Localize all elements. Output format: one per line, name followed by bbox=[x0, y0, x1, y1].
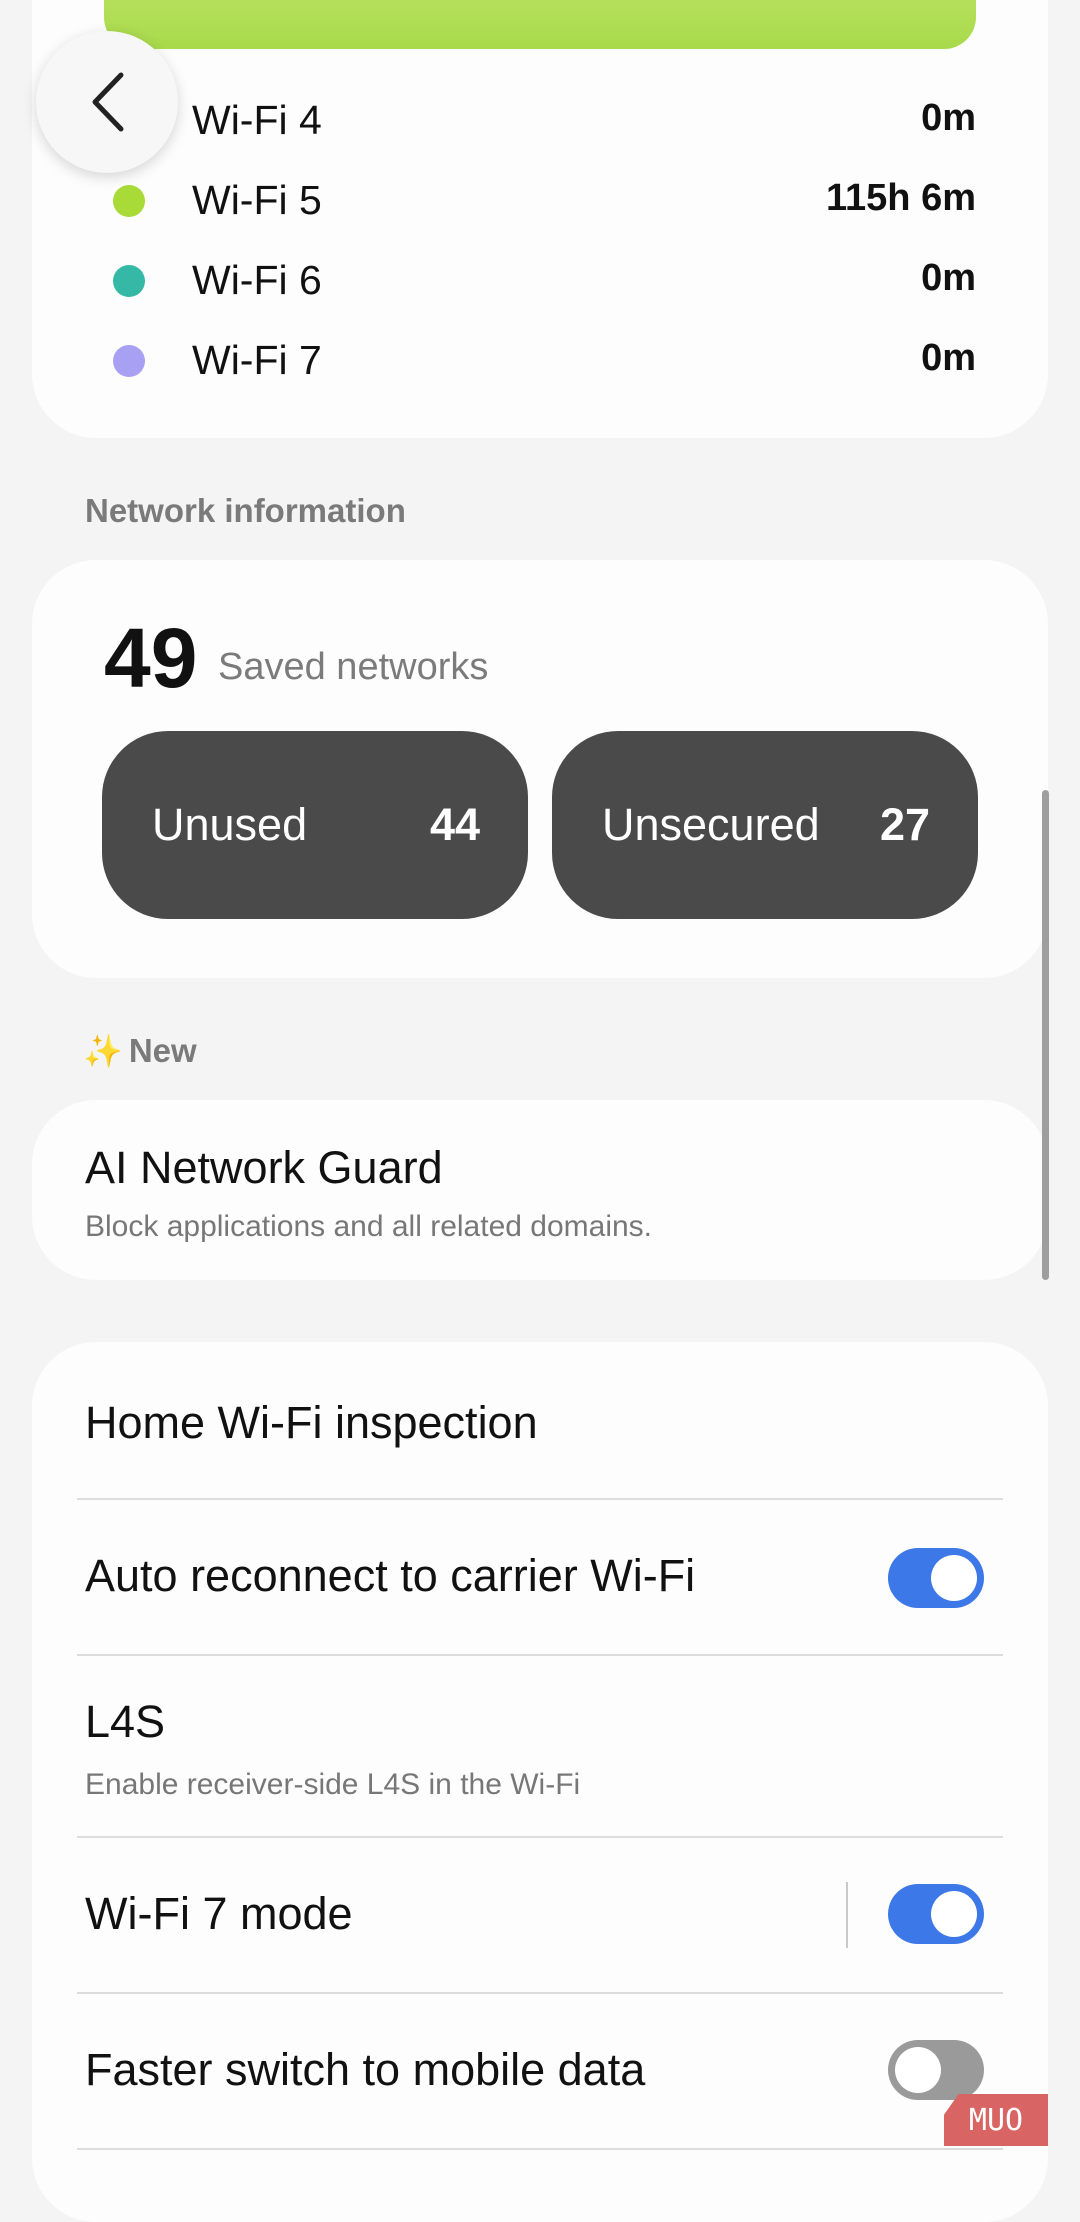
faster-switch-item[interactable]: Faster switch to mobile data bbox=[32, 1994, 1048, 2148]
wifi-usage-row: Wi-Fi 7 0m bbox=[32, 331, 1048, 391]
chevron-left-icon bbox=[92, 72, 124, 132]
wifi-usage-time: 115h 6m bbox=[826, 177, 976, 219]
usage-bar bbox=[104, 0, 976, 49]
wifi-standard-label: Wi-Fi 6 bbox=[192, 257, 322, 303]
l4s-subtitle: Enable receiver-side L4S in the Wi-Fi bbox=[85, 1768, 581, 1801]
wifi-usage-card: Wi-Fi 4 0m Wi-Fi 5 115h 6m Wi-Fi 6 0m Wi… bbox=[32, 0, 1048, 438]
wifi-standard-label: Wi-Fi 5 bbox=[192, 177, 322, 223]
home-wifi-inspection-title: Home Wi-Fi inspection bbox=[85, 1397, 538, 1448]
saved-networks-label: Saved networks bbox=[218, 646, 489, 688]
ai-network-guard-item[interactable]: AI Network Guard Block applications and … bbox=[32, 1100, 1048, 1280]
divider bbox=[77, 2148, 1003, 2150]
ai-network-guard-subtitle: Block applications and all related domai… bbox=[85, 1210, 652, 1243]
wifi-usage-time: 0m bbox=[921, 97, 976, 139]
wifi-usage-row: Wi-Fi 6 0m bbox=[32, 251, 1048, 311]
unsecured-count: 27 bbox=[879, 799, 930, 850]
wifi-usage-time: 0m bbox=[921, 257, 976, 299]
wifi-standard-label: Wi-Fi 4 bbox=[192, 97, 322, 143]
legend-dot bbox=[113, 185, 145, 217]
wifi-usage-time: 0m bbox=[921, 337, 976, 379]
sparkle-icon: ✨ bbox=[83, 1033, 123, 1069]
saved-networks-count: 49 bbox=[104, 611, 198, 705]
faster-switch-toggle[interactable] bbox=[888, 2040, 984, 2100]
toggle-knob bbox=[931, 1891, 977, 1937]
toggle-knob bbox=[895, 2047, 941, 2093]
auto-reconnect-title: Auto reconnect to carrier Wi-Fi bbox=[85, 1550, 696, 1601]
unused-label: Unused bbox=[152, 799, 308, 850]
wifi-settings-card: Home Wi-Fi inspection Auto reconnect to … bbox=[32, 1342, 1048, 2222]
home-wifi-inspection-item[interactable]: Home Wi-Fi inspection bbox=[32, 1342, 1048, 1498]
network-information-card: 49 Saved networks Unused 44 Unsecured 27 bbox=[32, 560, 1048, 978]
section-header-new: ✨ New bbox=[83, 1032, 197, 1070]
wifi-7-mode-toggle[interactable] bbox=[888, 1884, 984, 1944]
wifi-usage-row: Wi-Fi 4 0m bbox=[32, 91, 1048, 151]
vertical-separator bbox=[846, 1882, 848, 1948]
auto-reconnect-item[interactable]: Auto reconnect to carrier Wi-Fi bbox=[32, 1500, 1048, 1654]
ai-network-guard-title: AI Network Guard bbox=[85, 1142, 443, 1193]
unused-count: 44 bbox=[429, 799, 480, 850]
l4s-item[interactable]: L4S Enable receiver-side L4S in the Wi-F… bbox=[32, 1656, 1048, 1836]
auto-reconnect-toggle[interactable] bbox=[888, 1548, 984, 1608]
wifi-7-mode-item[interactable]: Wi-Fi 7 mode bbox=[32, 1838, 1048, 1992]
unsecured-networks-button[interactable]: Unsecured 27 bbox=[552, 731, 978, 919]
wifi-usage-row: Wi-Fi 5 115h 6m bbox=[32, 171, 1048, 231]
back-button[interactable] bbox=[36, 31, 178, 173]
l4s-title: L4S bbox=[85, 1696, 166, 1747]
unsecured-label: Unsecured bbox=[602, 799, 820, 850]
unused-networks-button[interactable]: Unused 44 bbox=[102, 731, 528, 919]
wifi-7-mode-title: Wi-Fi 7 mode bbox=[85, 1888, 353, 1939]
toggle-knob bbox=[931, 1555, 977, 1601]
legend-dot bbox=[113, 265, 145, 297]
section-header-network-information: Network information bbox=[85, 492, 406, 529]
new-label: New bbox=[128, 1032, 197, 1069]
muo-watermark: MUO bbox=[944, 2094, 1048, 2146]
scrollbar[interactable] bbox=[1042, 790, 1049, 1280]
wifi-standard-label: Wi-Fi 7 bbox=[192, 337, 322, 383]
legend-dot bbox=[113, 345, 145, 377]
faster-switch-title: Faster switch to mobile data bbox=[85, 2044, 646, 2095]
